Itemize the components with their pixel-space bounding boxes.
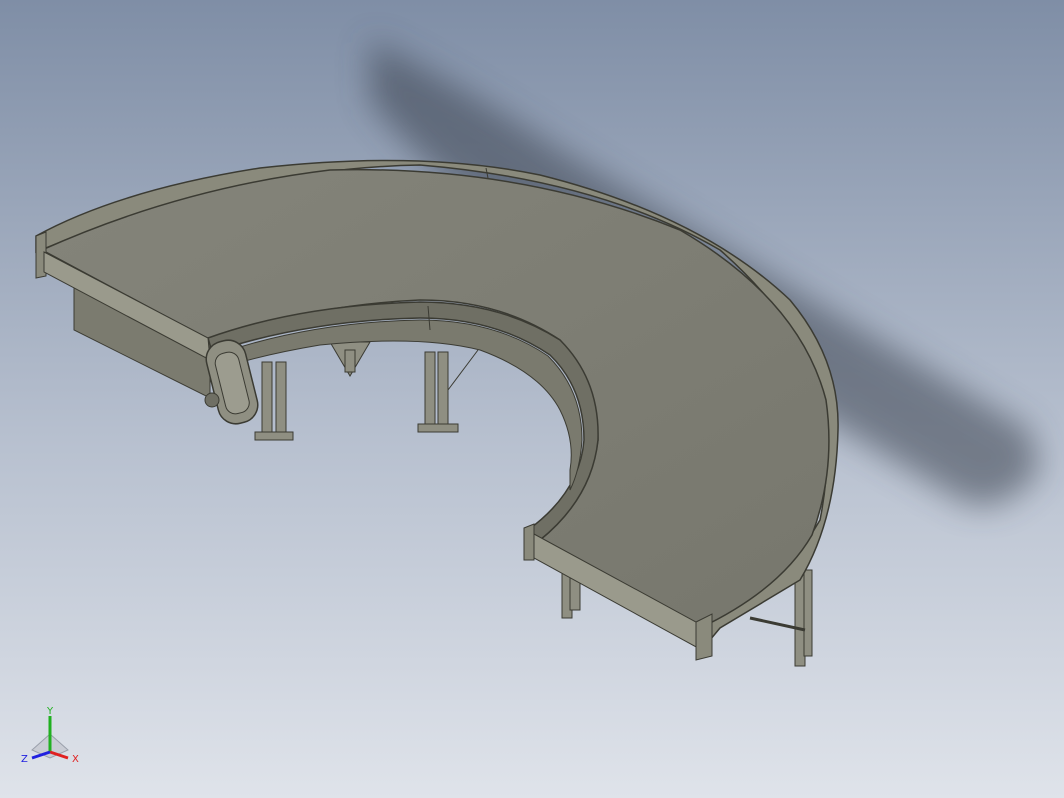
cad-viewport[interactable]: Y X Z — [0, 0, 1064, 798]
y-axis-label: Y — [46, 706, 54, 717]
conveyor-3d-model[interactable] — [0, 0, 1064, 798]
axis-triad: Y X Z — [21, 706, 79, 765]
x-axis-label: X — [72, 754, 79, 765]
z-axis-label: Z — [21, 754, 28, 765]
